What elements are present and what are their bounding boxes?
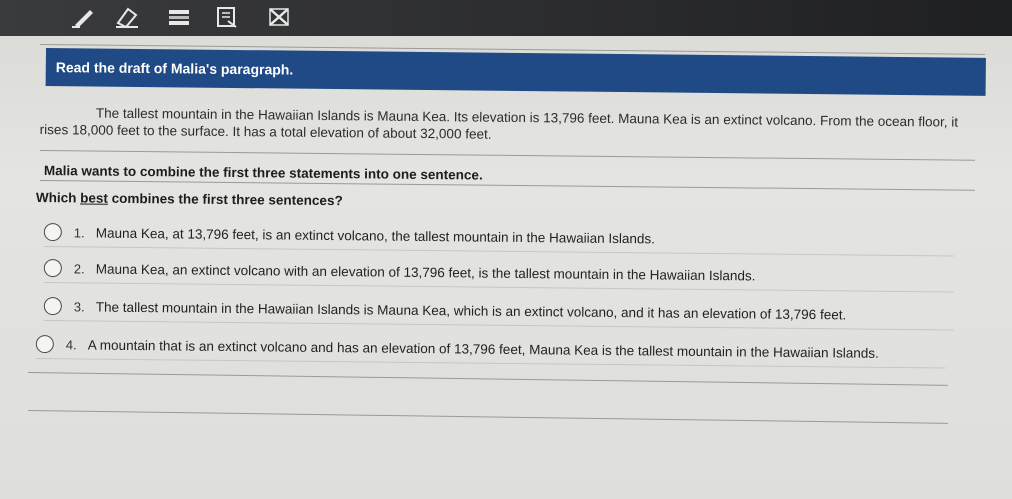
divider [27, 410, 948, 424]
question-before: Which [35, 190, 81, 206]
radio-button[interactable] [43, 258, 62, 278]
notepad-icon[interactable] [212, 4, 242, 30]
choice-text: Mauna Kea, at 13,796 feet, is an extinct… [95, 225, 655, 246]
choice-number: 3. [73, 298, 85, 314]
choice-number: 4. [65, 336, 77, 352]
pen-icon[interactable] [70, 4, 100, 30]
instruction-text: Malia wants to combine the first three s… [43, 163, 483, 183]
passage-text: The tallest mountain in the Hawaiian Isl… [39, 105, 959, 142]
choice-number: 2. [73, 260, 85, 276]
passage-header-text: Read the draft of Malia's paragraph. [55, 59, 294, 78]
question-after: combines the first three sentences? [107, 190, 343, 209]
highlighter-icon[interactable] [164, 4, 194, 30]
choice-text: Mauna Kea, an extinct volcano with an el… [95, 261, 756, 283]
toolbar [0, 0, 1012, 36]
eraser-icon[interactable] [112, 4, 142, 30]
cross-out-icon[interactable] [264, 4, 294, 30]
radio-button[interactable] [43, 222, 62, 242]
divider [27, 372, 948, 386]
choice-3[interactable]: 3. The tallest mountain in the Hawaiian … [43, 292, 954, 331]
choice-text: The tallest mountain in the Hawaiian Isl… [95, 299, 847, 322]
screen: Read the draft of Malia's paragraph. The… [0, 0, 1012, 499]
divider [39, 150, 975, 161]
question-text: Which best combines the first three sent… [36, 190, 343, 208]
radio-button[interactable] [43, 296, 62, 316]
radio-button[interactable] [35, 334, 54, 354]
choice-4[interactable]: 4. A mountain that is an extinct volcano… [35, 330, 946, 369]
choice-2[interactable]: 2. Mauna Kea, an extinct volcano with an… [43, 254, 954, 293]
divider [39, 180, 975, 191]
choice-number: 1. [73, 224, 85, 240]
choice-1[interactable]: 1. Mauna Kea, at 13,796 feet, is an exti… [43, 218, 954, 257]
question-emphasis: best [80, 190, 109, 206]
choice-text: A mountain that is an extinct volcano an… [87, 337, 879, 361]
passage-header: Read the draft of Malia's paragraph. [45, 48, 986, 96]
